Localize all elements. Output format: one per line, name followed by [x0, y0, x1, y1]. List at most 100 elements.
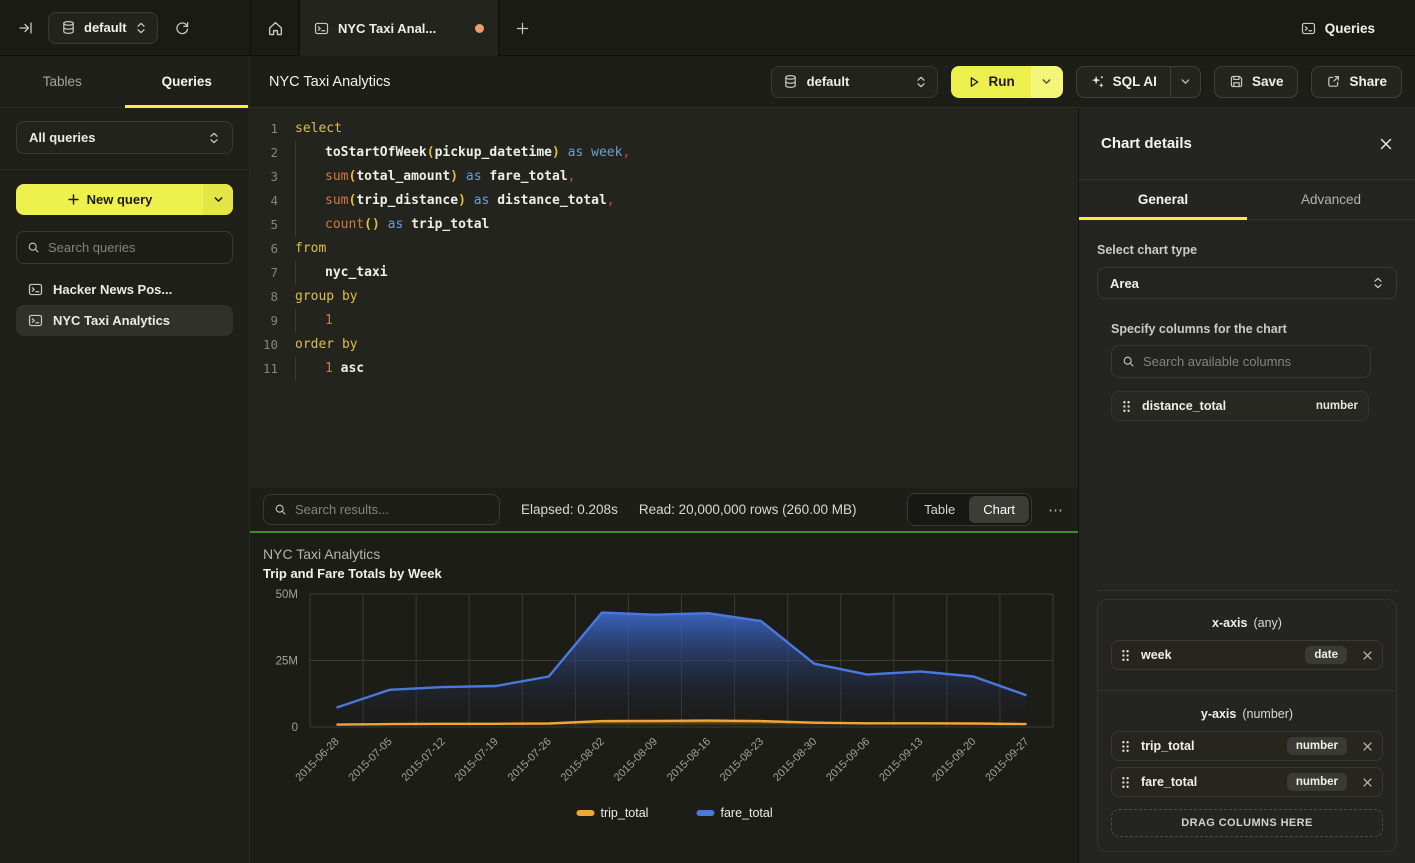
svg-text:2015-08-23: 2015-08-23: [718, 736, 766, 784]
drag-handle-icon[interactable]: [1121, 776, 1130, 789]
home-tab[interactable]: [251, 0, 299, 56]
x-axis-hint: (any): [1253, 616, 1281, 630]
column-type-badge: number: [1287, 773, 1347, 791]
column-row-week[interactable]: weekdate: [1111, 640, 1383, 670]
more-options-icon[interactable]: ⋯: [1048, 501, 1064, 519]
line-number: 2: [250, 141, 278, 165]
tab-general[interactable]: General: [1079, 180, 1247, 219]
svg-text:2015-07-05: 2015-07-05: [346, 736, 394, 784]
code-line[interactable]: 6from: [250, 237, 1078, 261]
new-query-label: New query: [87, 192, 153, 207]
columns-search-input[interactable]: [1143, 354, 1360, 369]
column-name: trip_total: [1141, 739, 1276, 753]
code-line[interactable]: 8group by: [250, 285, 1078, 309]
new-query-dropdown[interactable]: [203, 184, 233, 215]
view-toggle-chart[interactable]: Chart: [969, 496, 1029, 523]
chart-type-select[interactable]: Area: [1097, 267, 1397, 299]
saved-query-list: Hacker News Pos...NYC Taxi Analytics: [16, 274, 233, 336]
drag-handle-icon[interactable]: [1122, 400, 1131, 413]
query-title: NYC Taxi Analytics: [269, 74, 390, 90]
remove-column-icon[interactable]: [1362, 777, 1373, 788]
run-dropdown[interactable]: [1031, 66, 1063, 98]
line-number: 1: [250, 117, 278, 141]
remove-column-icon[interactable]: [1362, 650, 1373, 661]
topbar-database-value: default: [84, 20, 127, 35]
share-label: Share: [1349, 74, 1387, 89]
saved-query-item[interactable]: NYC Taxi Analytics: [16, 305, 233, 336]
columns-search-box: [1111, 345, 1371, 378]
topbar-database-selector[interactable]: default: [48, 12, 158, 44]
remove-column-icon[interactable]: [1362, 741, 1373, 752]
drag-handle-icon[interactable]: [1121, 740, 1130, 753]
column-row-fare_total[interactable]: fare_totalnumber: [1111, 767, 1383, 797]
toolbar-database-selector[interactable]: default: [771, 66, 938, 98]
close-icon[interactable]: [1379, 137, 1393, 151]
share-button[interactable]: Share: [1311, 66, 1402, 98]
saved-query-item[interactable]: Hacker News Pos...: [16, 274, 233, 305]
tab-advanced[interactable]: Advanced: [1247, 180, 1415, 219]
svg-text:trip_total: trip_total: [601, 806, 649, 820]
sidebar: Tables Queries All queries New query: [0, 56, 250, 863]
drag-handle-icon[interactable]: [1121, 649, 1130, 662]
query-tab[interactable]: NYC Taxi Anal...: [299, 0, 499, 56]
column-name: week: [1141, 648, 1294, 662]
save-button[interactable]: Save: [1214, 66, 1299, 98]
sql-editor[interactable]: 1select2toStartOfWeek(pickup_datetime) a…: [250, 108, 1078, 488]
queries-link[interactable]: Queries: [1301, 0, 1375, 56]
code-line[interactable]: 111 asc: [250, 357, 1078, 381]
run-button[interactable]: Run: [951, 66, 1063, 98]
results-search-box: [263, 494, 500, 525]
query-filter-select[interactable]: All queries: [16, 121, 233, 154]
svg-text:25M: 25M: [276, 656, 298, 668]
code-line[interactable]: 91: [250, 309, 1078, 333]
query-tab-title: NYC Taxi Anal...: [338, 21, 466, 36]
terminal-icon: [28, 282, 43, 297]
svg-text:2015-08-02: 2015-08-02: [559, 736, 607, 784]
new-tab-button[interactable]: [499, 0, 545, 56]
chart-details-panel: Chart details General Advanced Select ch…: [1078, 108, 1415, 863]
column-row-distance_total[interactable]: distance_totalnumber: [1111, 391, 1369, 421]
new-query-button[interactable]: New query: [16, 184, 233, 215]
collapse-sidebar-icon[interactable]: [18, 20, 34, 36]
top-bar: default NYC Taxi Anal...: [0, 0, 1415, 56]
column-row-trip_total[interactable]: trip_totalnumber: [1111, 731, 1383, 761]
tab-queries[interactable]: Queries: [125, 56, 250, 107]
results-search-input[interactable]: [295, 502, 489, 517]
svg-text:2015-06-28: 2015-06-28: [293, 736, 341, 784]
chart-details-tabs: General Advanced: [1079, 180, 1415, 220]
code-line[interactable]: 7nyc_taxi: [250, 261, 1078, 285]
code-line[interactable]: 1select: [250, 117, 1078, 141]
refresh-icon[interactable]: [174, 20, 190, 36]
drag-columns-dropzone[interactable]: DRAG COLUMNS HERE: [1111, 809, 1383, 837]
x-axis-title: x-axis: [1212, 616, 1247, 630]
line-number: 11: [250, 357, 278, 381]
tab-tables[interactable]: Tables: [0, 56, 125, 107]
line-number: 10: [250, 333, 278, 357]
code-line[interactable]: 4sum(trip_distance) as distance_total,: [250, 189, 1078, 213]
svg-text:2015-07-19: 2015-07-19: [453, 736, 501, 784]
search-icon: [274, 503, 287, 516]
view-toggle-table[interactable]: Table: [910, 496, 969, 523]
area-chart[interactable]: 025M50M2015-06-282015-07-052015-07-12201…: [250, 583, 1078, 863]
terminal-icon: [314, 21, 329, 36]
sql-ai-button[interactable]: SQL AI: [1076, 66, 1201, 98]
query-search-input[interactable]: [48, 240, 224, 255]
sparkles-icon: [1090, 74, 1105, 89]
home-icon: [267, 20, 284, 37]
line-number: 7: [250, 261, 278, 285]
code-line[interactable]: 5count() as trip_total: [250, 213, 1078, 237]
axes-config-box: x-axis(any) weekdate y-axis(number) trip…: [1097, 599, 1397, 852]
svg-text:50M: 50M: [276, 589, 298, 601]
code-line[interactable]: 10order by: [250, 333, 1078, 357]
available-columns-list: distance_totalnumber: [1111, 391, 1397, 421]
svg-text:2015-09-20: 2015-09-20: [930, 736, 978, 784]
terminal-icon: [1301, 21, 1316, 36]
y-axis-title: y-axis: [1201, 707, 1236, 721]
chart-title: NYC Taxi Analytics: [263, 546, 380, 562]
code-line[interactable]: 3sum(total_amount) as fare_total,: [250, 165, 1078, 189]
line-number: 8: [250, 285, 278, 309]
code-line[interactable]: 2toStartOfWeek(pickup_datetime) as week,: [250, 141, 1078, 165]
sql-ai-dropdown[interactable]: [1170, 67, 1200, 97]
chart-details-header: Chart details: [1079, 108, 1415, 180]
chart-panel: NYC Taxi Analytics Trip and Fare Totals …: [250, 533, 1078, 863]
